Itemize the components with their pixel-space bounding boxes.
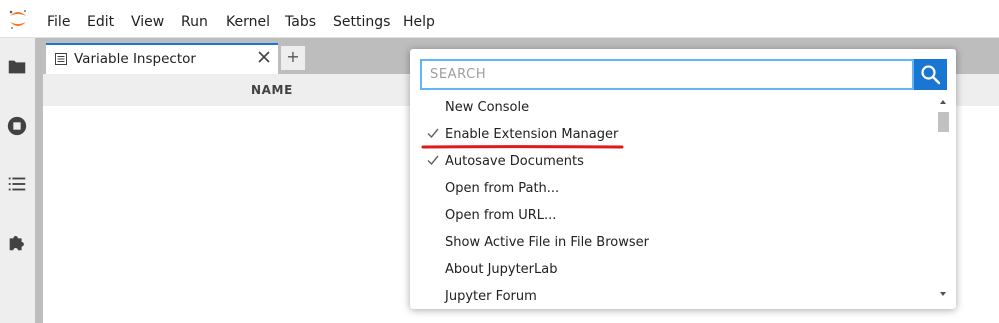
list-item-label: Enable Extension Manager: [445, 127, 619, 142]
jupyter-logo-icon[interactable]: [6, 7, 30, 31]
search-input[interactable]: [430, 61, 900, 88]
puzzle-icon[interactable]: [6, 231, 28, 253]
menu-edit[interactable]: Edit: [87, 13, 114, 31]
command-palette: New Console Enable Extension Manager Aut…: [410, 49, 956, 309]
scroll-up-arrow-icon[interactable]: [938, 98, 948, 106]
menu-tabs[interactable]: Tabs: [285, 13, 316, 31]
close-icon[interactable]: [256, 49, 272, 65]
menu-view[interactable]: View: [131, 13, 164, 31]
list-item[interactable]: Show Active File in File Browser: [410, 229, 934, 256]
list-item[interactable]: Jupyter Forum: [410, 283, 934, 309]
menu-run[interactable]: Run: [181, 13, 208, 31]
list-item[interactable]: Autosave Documents: [410, 148, 934, 175]
list-item-label: New Console: [445, 100, 530, 115]
menu-bar: File Edit View Run Kernel Tabs Settings …: [0, 0, 999, 38]
left-sidebar: [0, 38, 35, 323]
list-item-label: About JupyterLab: [445, 262, 558, 277]
checkmark-icon: [427, 155, 439, 166]
scrollbar-track[interactable]: [936, 106, 950, 290]
column-header-name[interactable]: NAME: [251, 83, 293, 97]
search-icon: [921, 65, 941, 85]
tab-title: Variable Inspector: [74, 51, 196, 67]
list-icon[interactable]: [6, 173, 28, 195]
scroll-down-arrow-icon[interactable]: [938, 290, 948, 298]
list-item-label: Open from Path...: [445, 181, 560, 196]
list-item[interactable]: Open from Path...: [410, 175, 934, 202]
tab-variable-inspector[interactable]: Variable Inspector: [46, 43, 278, 74]
list-item-label: Open from URL...: [445, 208, 557, 223]
search-box: [420, 59, 914, 90]
sidebar-splitter[interactable]: [35, 38, 43, 323]
menu-kernel[interactable]: Kernel: [226, 13, 270, 31]
add-tab-button[interactable]: +: [280, 45, 306, 71]
search-button[interactable]: [914, 59, 947, 90]
list-item[interactable]: New Console: [410, 94, 934, 121]
list-item-label: Show Active File in File Browser: [445, 235, 649, 250]
menu-settings[interactable]: Settings: [333, 13, 390, 31]
list-item[interactable]: Open from URL...: [410, 202, 934, 229]
list-item[interactable]: About JupyterLab: [410, 256, 934, 283]
list-item-label: Jupyter Forum: [445, 289, 537, 304]
red-underline-annotation: [421, 145, 624, 149]
folder-icon[interactable]: [6, 56, 28, 78]
checkmark-icon: [427, 128, 439, 139]
menu-file[interactable]: File: [47, 13, 70, 31]
command-list: New Console Enable Extension Manager Aut…: [410, 94, 934, 309]
stop-circle-icon[interactable]: [6, 115, 28, 137]
document-list-icon: [55, 53, 67, 65]
scrollbar-thumb[interactable]: [938, 112, 949, 132]
list-item-label: Autosave Documents: [445, 154, 584, 169]
menu-help[interactable]: Help: [403, 13, 435, 31]
